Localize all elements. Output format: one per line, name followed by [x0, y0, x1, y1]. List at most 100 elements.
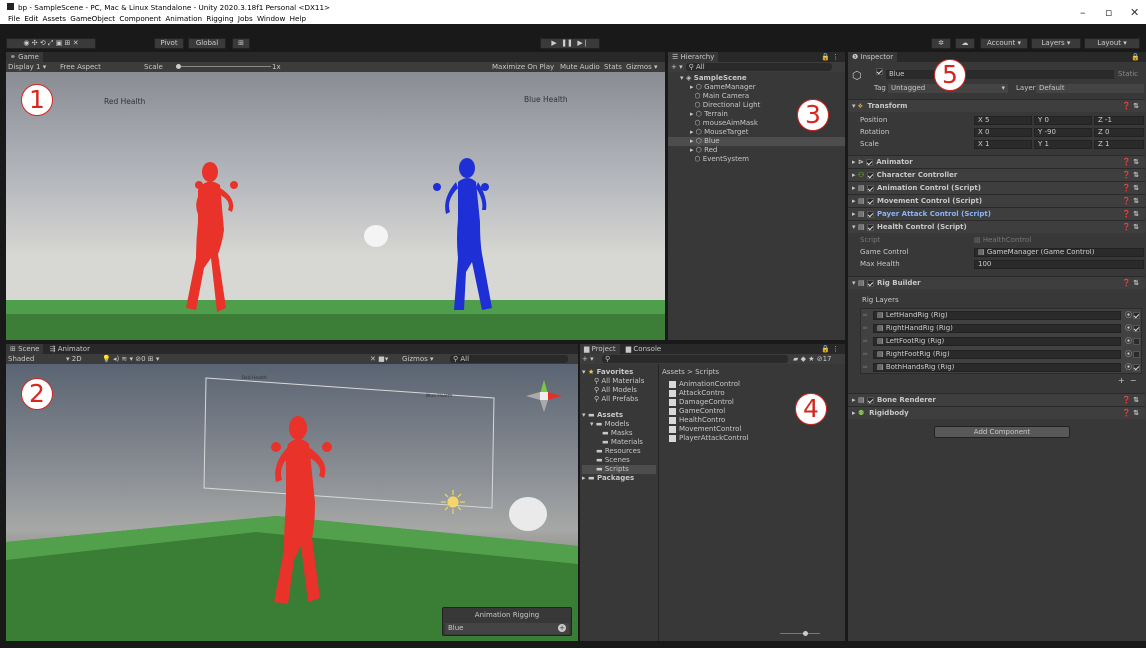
maximize-on-play-toggle[interactable]: Maximize On Play — [492, 62, 554, 72]
collab-icon[interactable]: ✲ — [931, 38, 951, 49]
assets-folder[interactable]: ▾ ▬ Assets — [582, 411, 656, 420]
playback-controls[interactable]: ▶ ❚❚ ▶❘ — [540, 38, 600, 49]
rig-layer-row[interactable]: ═ ▤ RightHandRig (Rig) ⦿ — [861, 322, 1141, 335]
rig-active-checkbox[interactable] — [1133, 312, 1140, 319]
overlay-target-field[interactable]: Blue — [445, 623, 569, 634]
transform-tools[interactable]: ◉ ✣ ⟲ ⤢ ▣ ⊞ ✕ — [6, 38, 96, 49]
rig-field[interactable]: ▤ BothHandsRig (Rig) — [873, 363, 1121, 372]
bone-renderer-component[interactable]: ▸ ▤ Bone Renderer ❓ ⇅ — [848, 393, 1145, 406]
object-name-field[interactable]: Blue — [886, 70, 1114, 79]
menu-window[interactable]: Window — [257, 14, 285, 23]
transform-header[interactable]: ▾ ⟡ Transform ❓ ⇅ — [848, 99, 1145, 112]
aspect-dropdown[interactable]: Free Aspect — [60, 62, 101, 72]
lock-icon[interactable]: 🔒 ⋮ — [821, 52, 839, 62]
stats-toggle[interactable]: Stats — [604, 62, 622, 72]
folder-item[interactable]: ▬ Masks — [582, 429, 656, 438]
project-lock-icon[interactable]: 🔒 ⋮ — [821, 344, 839, 354]
layer-dropdown[interactable]: Default — [1036, 84, 1144, 93]
game-tab[interactable]: ⚭ Game — [6, 52, 43, 62]
cloud-icon[interactable]: ☁ — [955, 38, 975, 49]
rotation-x-field[interactable]: X 0 — [974, 128, 1032, 137]
component-checkbox[interactable] — [867, 279, 875, 287]
close-button[interactable]: ✕ — [1130, 6, 1139, 19]
rig-active-checkbox[interactable] — [1133, 325, 1140, 332]
script-file[interactable]: GameControl — [669, 407, 748, 416]
game-viewport[interactable]: Red Health Blue Health — [6, 72, 665, 340]
filter-icons[interactable]: ▰ ◆ ★ ⊘17 — [793, 354, 832, 364]
folder-item[interactable]: ▬ Scenes — [582, 456, 656, 465]
component-checkbox[interactable] — [867, 184, 875, 192]
animator-tab[interactable]: ⇶ Animator — [46, 344, 94, 354]
global-button[interactable]: Global — [188, 38, 226, 49]
hierarchy-item[interactable]: ▸ ⬡ Red — [690, 146, 845, 155]
rig-field[interactable]: ▤ RightHandRig (Rig) — [873, 324, 1121, 333]
rig-field[interactable]: ▤ LeftFootRig (Rig) — [873, 337, 1121, 346]
rig-active-checkbox[interactable] — [1133, 338, 1140, 345]
display-dropdown[interactable]: Display 1 ▾ — [8, 62, 46, 72]
scene-view-toggles[interactable]: 💡 ◂) ≋ ▾ ⊘0 ⊞ ▾ — [102, 354, 159, 364]
gizmos-toggle[interactable]: Gizmos ▾ — [626, 62, 658, 72]
favorites-item[interactable]: ⚲ All Prefabs — [582, 395, 656, 404]
rotation-y-field[interactable]: Y -90 — [1034, 128, 1092, 137]
favorites-folder[interactable]: ▾ ★ Favorites — [582, 368, 656, 377]
account-dropdown[interactable]: Account ▾ — [980, 38, 1028, 49]
script-file[interactable]: HealthContro — [669, 416, 748, 425]
movement-control-component[interactable]: ▸ ▤ Movement Control (Script) ❓ ⇅ — [848, 194, 1145, 207]
shading-dropdown[interactable]: Shaded — [8, 354, 34, 364]
layers-dropdown[interactable]: Layers ▾ — [1031, 38, 1081, 49]
hierarchy-tab[interactable]: ☰ Hierarchy — [668, 52, 719, 62]
active-checkbox[interactable] — [876, 68, 883, 75]
hierarchy-search-input[interactable]: ⚲ All — [685, 63, 832, 71]
rig-list-add-remove[interactable]: + − — [1118, 376, 1137, 385]
component-checkbox[interactable] — [867, 210, 875, 218]
scene-search-input[interactable]: ⚲ All — [450, 355, 568, 363]
position-z-field[interactable]: Z -1 — [1094, 116, 1144, 125]
scene-gizmos-dropdown[interactable]: Gizmos ▾ — [402, 354, 434, 364]
component-checkbox[interactable] — [866, 171, 874, 179]
grid-snap-button[interactable]: ⊞ — [232, 38, 250, 49]
folder-item[interactable]: ▬ Materials — [582, 438, 656, 447]
rigidbody-component[interactable]: ▸ ⚉ Rigidbody ❓ ⇅ — [848, 406, 1145, 419]
rig-active-checkbox[interactable] — [1133, 364, 1140, 371]
menu-assets[interactable]: Assets — [43, 14, 66, 23]
player-attack-control-component[interactable]: ▸ ▤ Payer Attack Control (Script) ❓ ⇅ — [848, 207, 1145, 220]
hierarchy-item[interactable]: ▸ ⬡ MouseTarget — [690, 128, 845, 137]
menu-edit[interactable]: Edit — [24, 14, 38, 23]
scene-orientation-gizmo[interactable] — [526, 380, 562, 412]
add-component-button[interactable]: Add Component — [934, 426, 1070, 438]
folder-item[interactable]: ▾ ▬ Models — [582, 420, 656, 429]
component-checkbox[interactable] — [867, 223, 875, 231]
overlay-add-icon[interactable]: + — [558, 624, 566, 632]
menu-animation-rigging[interactable]: Animation Rigging — [165, 14, 233, 23]
scene-viewport[interactable]: Red Health Blue Health Animation Rigging… — [6, 364, 578, 641]
hierarchy-scene-row[interactable]: ▾ ◈ SampleScene — [680, 74, 845, 83]
component-checkbox[interactable] — [866, 158, 874, 166]
script-file[interactable]: DamageControl — [669, 398, 748, 407]
rig-field[interactable]: ▤ RightFootRig (Rig) — [873, 350, 1121, 359]
menu-help[interactable]: Help — [290, 14, 306, 23]
rotation-z-field[interactable]: Z 0 — [1094, 128, 1144, 137]
scale-slider[interactable] — [176, 66, 271, 67]
inspector-lock-icon[interactable]: 🔒 — [1131, 52, 1140, 62]
icon-size-slider[interactable] — [780, 633, 820, 634]
hierarchy-item[interactable]: ⬡ Main Camera — [690, 92, 845, 101]
menu-jobs[interactable]: Jobs — [238, 14, 253, 23]
rig-layer-row[interactable]: ═ ▤ RightFootRig (Rig) ⦿ — [861, 348, 1141, 361]
icon-size-slider-handle[interactable] — [803, 631, 808, 636]
mute-audio-toggle[interactable]: Mute Audio — [560, 62, 600, 72]
minimize-button[interactable]: – — [1080, 6, 1086, 19]
hierarchy-item-selected[interactable]: ▸ ⬡ Blue — [668, 137, 845, 146]
scene-tab[interactable]: ⊞ Scene — [6, 344, 44, 354]
rig-field[interactable]: ▤ LeftHandRig (Rig) — [873, 311, 1121, 320]
project-tab[interactable]: ▆ Project — [580, 344, 620, 354]
rig-layer-row[interactable]: ═ ▤ LeftHandRig (Rig) ⦿ — [861, 309, 1141, 322]
max-health-field[interactable]: 100 — [974, 260, 1144, 269]
favorites-item[interactable]: ⚲ All Models — [582, 386, 656, 395]
animator-component[interactable]: ▸ ⊳ Animator ❓ ⇅ — [848, 155, 1145, 168]
2d-toggle[interactable]: ▾ 2D — [66, 354, 82, 364]
scale-x-field[interactable]: X 1 — [974, 140, 1032, 149]
menu-gameobject[interactable]: GameObject — [70, 14, 115, 23]
maximize-button[interactable]: ▫ — [1105, 6, 1112, 19]
script-file[interactable]: AttackContro — [669, 389, 748, 398]
folder-item[interactable]: ▬ Resources — [582, 447, 656, 456]
